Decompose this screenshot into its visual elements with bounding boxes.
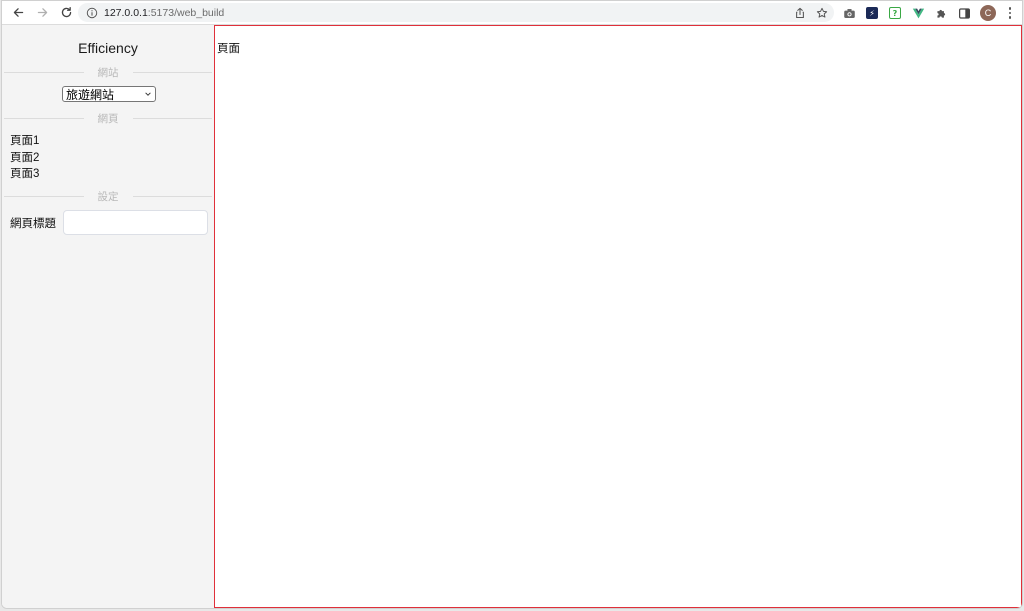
bookmark-star-icon[interactable] <box>816 7 828 19</box>
pages-section-label: 網頁 <box>97 112 119 125</box>
page-title-label: 網頁標題 <box>10 217 56 230</box>
url-path: :5173/web_build <box>147 6 225 19</box>
website-select-value: 旅遊網站 <box>66 87 115 102</box>
puzzle-extensions-icon <box>936 9 945 18</box>
divider-line <box>4 71 84 73</box>
website-section-label: 網站 <box>97 66 119 79</box>
camera-extension-button[interactable] <box>842 6 856 20</box>
divider-line <box>4 117 84 119</box>
pages-divider: 網頁 <box>4 112 212 125</box>
reload-icon <box>61 6 71 18</box>
browser-toolbar: 127.0.0.1:5173/web_build ⚡ ? C <box>2 1 1022 25</box>
forward-button[interactable] <box>31 3 53 23</box>
kebab-dot <box>1008 7 1012 10</box>
extensions-area: ⚡ ? C <box>842 3 1015 23</box>
url-host: 127.0.0.1 <box>104 6 148 19</box>
page-canvas[interactable]: 頁面 <box>214 25 1022 608</box>
divider-line <box>132 195 212 197</box>
extension-button-2[interactable]: ? <box>888 6 902 20</box>
website-divider: 網站 <box>4 66 212 79</box>
settings-divider: 設定 <box>4 190 212 203</box>
back-icon <box>13 8 23 17</box>
page-title-input[interactable] <box>63 210 208 235</box>
page-item-3[interactable]: 頁面3 <box>10 166 39 183</box>
browser-window: 127.0.0.1:5173/web_build ⚡ ? C Efficienc… <box>1 0 1023 609</box>
page-list: 頁面1 頁面2 頁面3 <box>10 133 39 183</box>
url-text[interactable]: 127.0.0.1:5173/web_build <box>104 7 224 19</box>
vue-devtools-button[interactable] <box>911 6 925 20</box>
chevron-down-icon <box>145 92 151 96</box>
menu-kebab-icon[interactable] <box>1005 5 1015 21</box>
share-icon[interactable] <box>794 7 806 19</box>
page-title-setting: 網頁標題 <box>10 210 208 235</box>
side-panel-button[interactable] <box>957 6 971 20</box>
page-content-text: 頁面 <box>217 43 240 55</box>
back-button[interactable] <box>7 3 29 23</box>
vue-devtools-icon <box>912 8 924 18</box>
address-bar[interactable]: 127.0.0.1:5173/web_build <box>78 3 834 22</box>
kebab-dot <box>1008 16 1012 19</box>
page-item-2[interactable]: 頁面2 <box>10 150 39 167</box>
omnibox-actions <box>794 3 828 22</box>
divider-line <box>132 71 212 73</box>
settings-section-label: 設定 <box>97 190 119 203</box>
extension-button-1[interactable]: ⚡ <box>865 6 879 20</box>
extension-icon: ? <box>889 7 901 19</box>
forward-icon <box>37 8 47 17</box>
page-item-1[interactable]: 頁面1 <box>10 133 39 150</box>
divider-line <box>132 117 212 119</box>
extensions-menu-button[interactable] <box>934 6 948 20</box>
extension-icon: ⚡ <box>866 7 878 19</box>
site-info-icon[interactable] <box>86 7 98 19</box>
website-select[interactable]: 旅遊網站 <box>62 86 156 102</box>
camera-extension-icon <box>843 8 855 18</box>
reload-button[interactable] <box>55 3 77 23</box>
side-panel-icon <box>958 7 970 19</box>
divider-line <box>4 195 84 197</box>
kebab-dot <box>1008 11 1012 15</box>
app-title: Efficiency <box>78 40 138 56</box>
avatar[interactable]: C <box>980 5 996 21</box>
sidebar: Efficiency 網站 旅遊網站 網頁 頁面1 頁面2 頁面3 設定 網頁標… <box>2 25 214 608</box>
